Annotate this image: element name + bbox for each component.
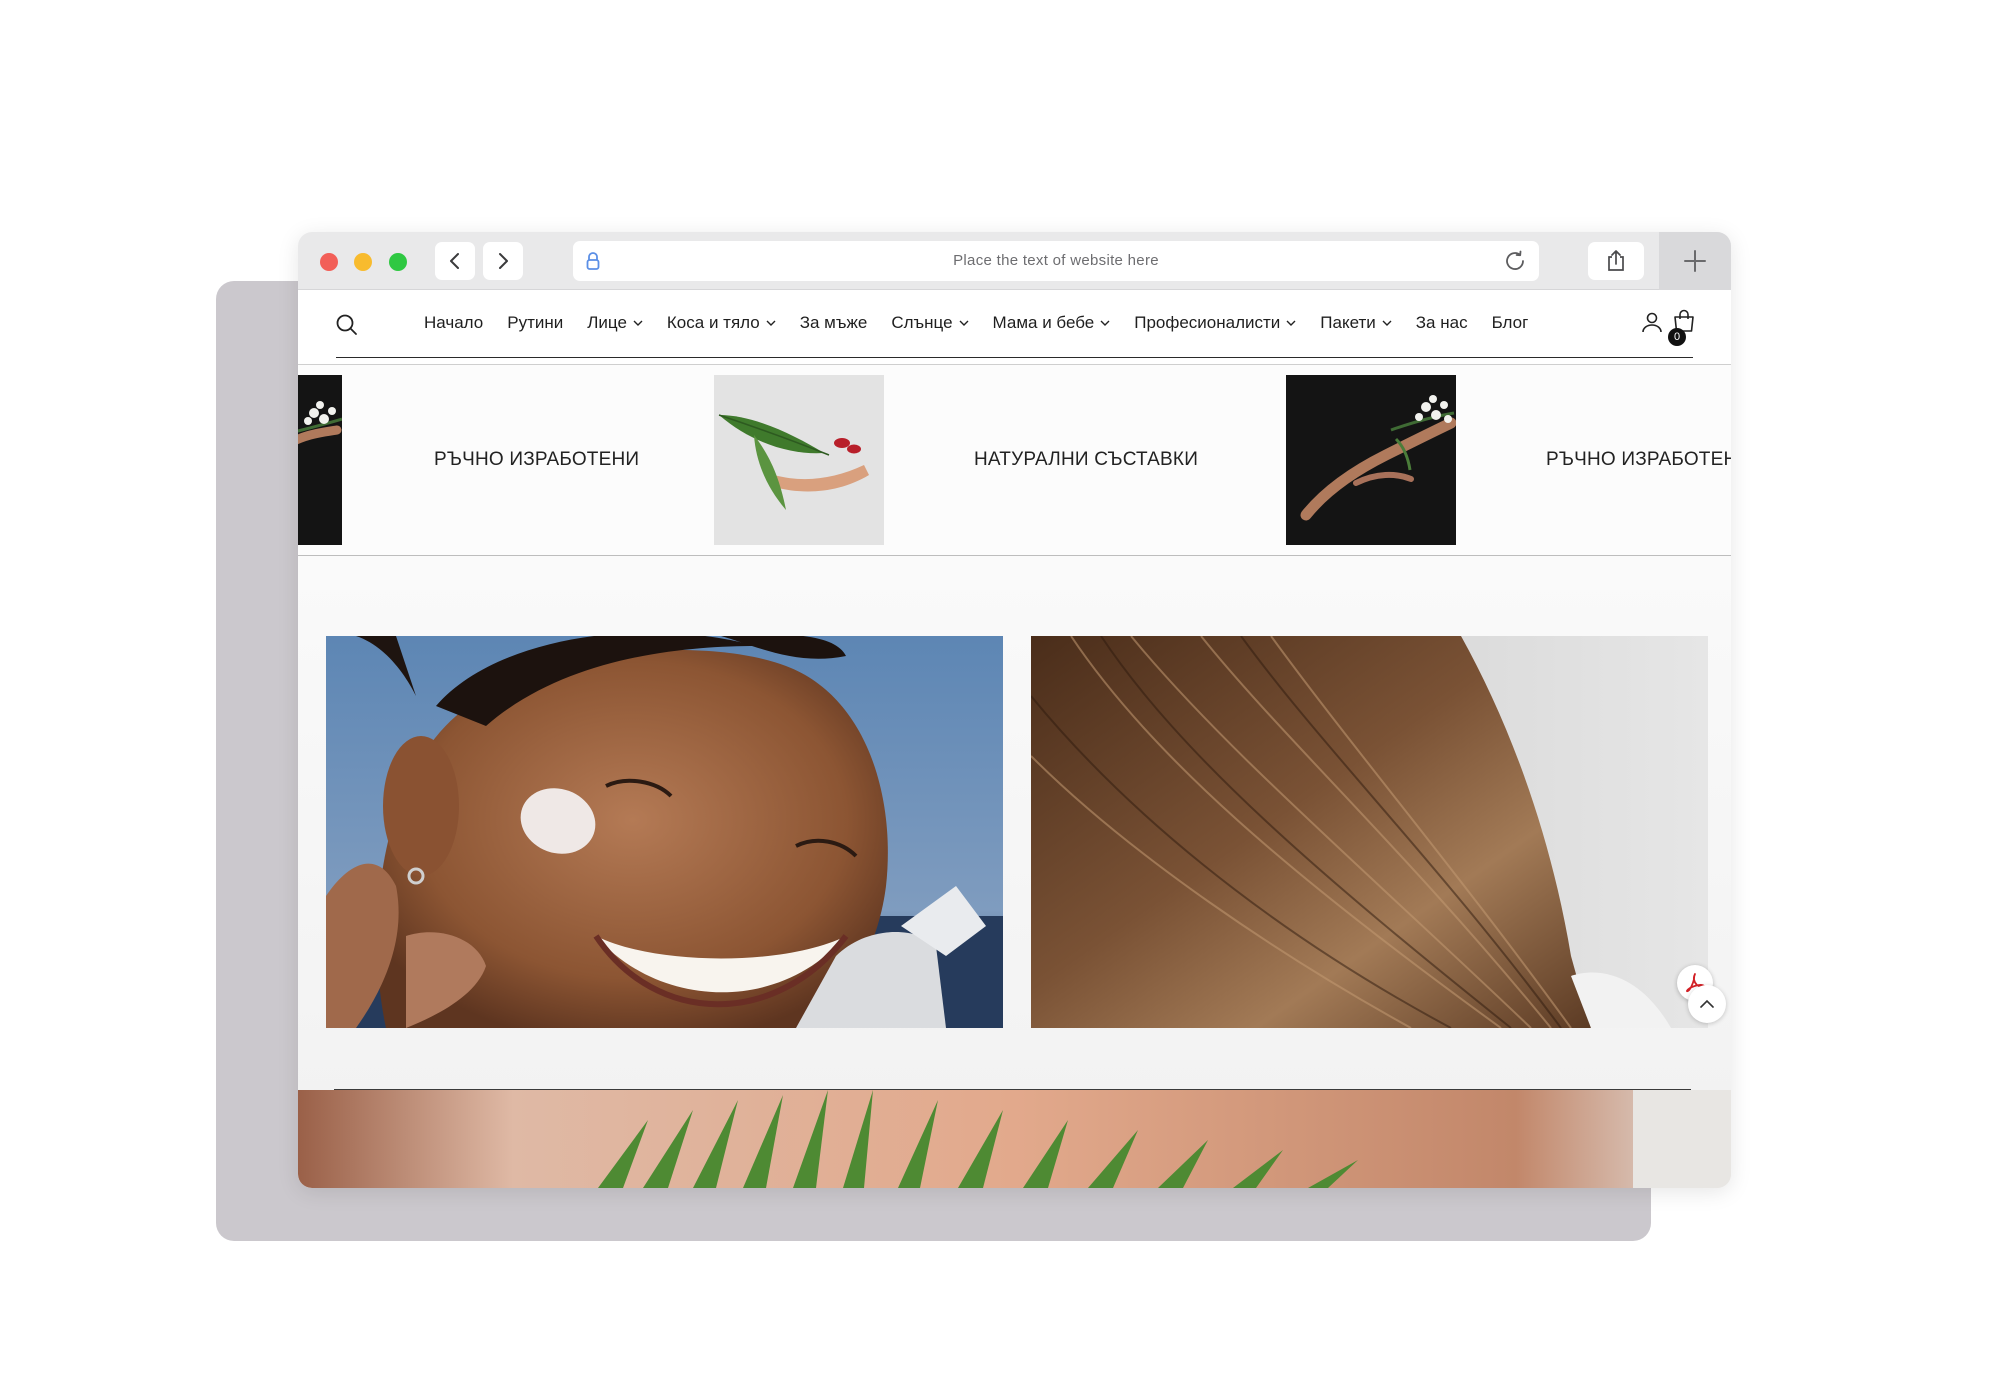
menu-item-home[interactable]: Начало xyxy=(424,313,483,333)
zoom-window-button[interactable] xyxy=(389,253,407,271)
close-window-button[interactable] xyxy=(320,253,338,271)
menu-item-mom-baby[interactable]: Мама и бебе xyxy=(993,313,1111,333)
minimize-window-button[interactable] xyxy=(354,253,372,271)
chevron-down-icon xyxy=(1100,320,1110,326)
menu-item-bundles[interactable]: Пакети xyxy=(1320,313,1392,333)
marquee-text: РЪЧНО ИЗРАБОТЕНИ xyxy=(1546,449,1731,470)
user-icon[interactable] xyxy=(1640,310,1664,339)
back-button[interactable] xyxy=(435,242,475,280)
header-divider xyxy=(336,357,1693,358)
cart-count-badge: 0 xyxy=(1668,328,1686,346)
new-tab-button[interactable] xyxy=(1659,232,1731,290)
main-content xyxy=(298,556,1731,1188)
chevron-down-icon xyxy=(633,320,643,326)
plus-icon xyxy=(1684,250,1706,272)
menu-item-hair-body[interactable]: Коса и тяло xyxy=(667,313,776,333)
chevron-down-icon xyxy=(766,320,776,326)
menu-item-blog[interactable]: Блог xyxy=(1492,313,1529,333)
face-care-image[interactable] xyxy=(326,636,1003,1028)
browser-window: Place the text of website here Начало Ру… xyxy=(298,232,1731,1188)
marquee-text: РЪЧНО ИЗРАБОТЕНИ xyxy=(434,449,640,470)
site-header: Начало Рутини Лице Коса и тяло За мъже С… xyxy=(298,290,1731,364)
chevron-right-icon xyxy=(499,253,508,269)
chevron-left-icon xyxy=(450,253,459,269)
address-bar[interactable]: Place the text of website here xyxy=(573,241,1539,281)
chevron-up-icon xyxy=(1700,999,1714,1008)
hair-care-image[interactable] xyxy=(1031,636,1708,1028)
menu-item-men[interactable]: За мъже xyxy=(800,313,868,333)
address-placeholder: Place the text of website here xyxy=(953,252,1159,269)
menu-item-routines[interactable]: Рутини xyxy=(507,313,563,333)
marquee-text: НАТУРАЛНИ СЪСТАВКИ xyxy=(974,449,1199,470)
share-icon xyxy=(1608,250,1624,271)
chevron-down-icon xyxy=(959,320,969,326)
menu-item-professionals[interactable]: Професионалисти xyxy=(1134,313,1296,333)
scroll-to-top-button[interactable] xyxy=(1688,985,1726,1023)
stage: Place the text of website here Начало Ру… xyxy=(0,0,2000,1400)
bottom-banner-image xyxy=(298,1090,1731,1188)
chevron-down-icon xyxy=(1382,320,1392,326)
reload-icon[interactable] xyxy=(1503,249,1527,278)
menu-item-about[interactable]: За нас xyxy=(1416,313,1468,333)
share-button[interactable] xyxy=(1588,242,1644,280)
marquee-image-flower-dark xyxy=(1286,375,1456,545)
marquee-image-leaf-hand xyxy=(714,375,884,545)
main-navigation: Начало Рутини Лице Коса и тяло За мъже С… xyxy=(424,308,1552,338)
marquee-image-flower-dark-partial xyxy=(298,375,342,545)
menu-item-face[interactable]: Лице xyxy=(587,313,643,333)
menu-item-sun[interactable]: Слънце xyxy=(891,313,969,333)
features-marquee: РЪЧНО ИЗРАБОТЕНИ НАТУРАЛНИ СЪСТАВКИ РЪЧН… xyxy=(298,365,1731,555)
browser-toolbar: Place the text of website here xyxy=(298,232,1731,290)
chevron-down-icon xyxy=(1286,320,1296,326)
search-icon[interactable] xyxy=(335,313,359,342)
forward-button[interactable] xyxy=(483,242,523,280)
